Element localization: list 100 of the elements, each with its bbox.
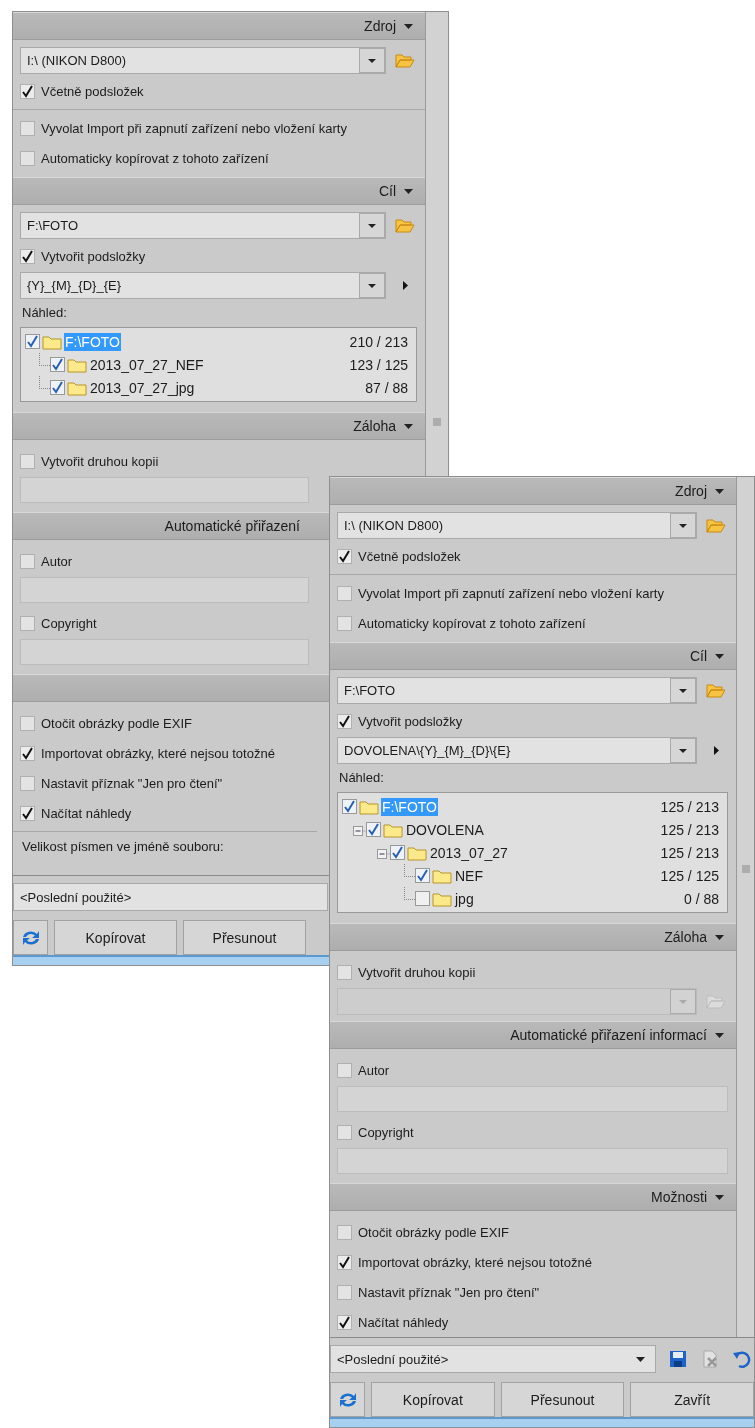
folder-icon[interactable]	[395, 53, 415, 68]
action-button[interactable]: Kopírovat	[371, 1382, 495, 1417]
dropdown[interactable]: DOVOLENA\{Y}_{M}_{D}\{E}	[337, 737, 697, 764]
folder-icon[interactable]	[395, 218, 415, 233]
checkbox[interactable]	[337, 1284, 352, 1300]
dropdown[interactable]: F:\FOTO	[337, 677, 697, 704]
section-header[interactable]: Záloha	[13, 412, 425, 440]
section-header[interactable]: Záloha	[330, 923, 736, 951]
file-count: 125 / 213	[660, 821, 719, 838]
checkbox[interactable]	[50, 357, 65, 372]
tree-item[interactable]: jpg	[454, 889, 475, 908]
preset-dropdown[interactable]: <Poslední použité>	[13, 883, 328, 911]
undo-icon[interactable]	[732, 1349, 752, 1369]
tree-item[interactable]: DOVOLENA	[405, 820, 485, 839]
checkbox[interactable]	[20, 615, 35, 631]
checkbox[interactable]	[20, 83, 35, 99]
folder-icon	[383, 821, 403, 838]
checkbox-label: Copyright	[41, 615, 97, 631]
action-button[interactable]: Zavřít	[630, 1382, 754, 1417]
input-field[interactable]	[337, 1086, 728, 1112]
file-count: 125 / 213	[660, 844, 719, 861]
checkbox-label: Copyright	[358, 1124, 414, 1140]
action-button[interactable]: Přesunout	[183, 920, 306, 955]
tree-item[interactable]: 2013_07_27_jpg	[89, 378, 196, 397]
checkbox[interactable]	[337, 1314, 352, 1330]
input-field[interactable]	[20, 477, 309, 503]
section-header[interactable]: Cíl	[330, 642, 736, 670]
folder-icon[interactable]	[706, 518, 726, 533]
file-count: 210 / 213	[349, 333, 408, 350]
checkbox[interactable]	[415, 868, 430, 883]
dropdown[interactable]: F:\FOTO	[20, 212, 386, 239]
input-field[interactable]	[337, 1148, 728, 1174]
caret-icon	[715, 653, 724, 659]
checkbox[interactable]	[337, 964, 352, 980]
checkbox[interactable]	[337, 1062, 352, 1078]
checkbox-label: Nastavit příznak "Jen pro čtení"	[358, 1284, 540, 1300]
scrollbar[interactable]	[736, 477, 754, 1337]
checkbox[interactable]	[337, 1124, 352, 1140]
checkbox[interactable]	[20, 715, 35, 731]
caret-icon	[670, 678, 696, 703]
dropdown[interactable]: I:\ (NIKON D800)	[20, 47, 386, 74]
section-header[interactable]: Zdroj	[330, 477, 736, 505]
caret-icon	[670, 738, 696, 763]
checkbox[interactable]	[342, 799, 357, 814]
tree-item[interactable]: NEF	[454, 866, 484, 885]
checkbox-label: Vytvořit druhou kopii	[41, 453, 159, 469]
checkbox[interactable]	[20, 553, 35, 569]
file-count: 87 / 88	[365, 379, 408, 396]
refresh-button[interactable]	[330, 1382, 365, 1417]
checkbox[interactable]	[337, 585, 352, 601]
dropdown[interactable]: {Y}_{M}_{D}_{E}	[20, 272, 386, 299]
checkbox[interactable]	[337, 1224, 352, 1240]
checkbox[interactable]	[20, 453, 35, 469]
checkbox-label: Autor	[41, 553, 73, 569]
checkbox[interactable]	[50, 380, 65, 395]
checkbox-label: Vytvořit podsložky	[358, 713, 463, 729]
checkbox[interactable]	[25, 334, 40, 349]
folder-icon[interactable]	[706, 683, 726, 698]
checkbox[interactable]	[390, 845, 405, 860]
checkbox[interactable]	[337, 713, 352, 729]
caret-icon	[715, 1194, 724, 1200]
file-count: 125 / 125	[660, 867, 719, 884]
folder-icon	[407, 844, 427, 861]
folder-icon	[432, 890, 452, 907]
caret-icon	[404, 23, 413, 29]
caret-icon	[670, 989, 696, 1014]
checkbox[interactable]	[20, 120, 35, 136]
field-label: Náhled:	[338, 769, 385, 787]
checkbox[interactable]	[337, 615, 352, 631]
section-header[interactable]: Cíl	[13, 177, 425, 205]
caret-icon	[636, 1356, 645, 1362]
checkbox[interactable]	[20, 745, 35, 761]
section-header[interactable]: Možnosti	[330, 1183, 736, 1211]
checkbox[interactable]	[20, 150, 35, 166]
preset-dropdown[interactable]: <Poslední použité>	[330, 1345, 656, 1373]
folder-icon	[42, 333, 62, 350]
checkbox[interactable]	[20, 805, 35, 821]
dropdown[interactable]: I:\ (NIKON D800)	[337, 512, 697, 539]
section-header[interactable]: Zdroj	[13, 12, 425, 40]
refresh-button[interactable]	[13, 920, 48, 955]
caret-icon	[359, 213, 385, 238]
section-header[interactable]: Automatické přiřazení informací	[330, 1021, 736, 1049]
checkbox[interactable]	[20, 775, 35, 791]
tree-item[interactable]: 2013_07_27_NEF	[89, 355, 205, 374]
input-field[interactable]	[20, 577, 309, 603]
caret-icon	[359, 48, 385, 73]
checkbox-label: Automaticky kopírovat z tohoto zařízení	[41, 150, 269, 166]
folder-icon[interactable]	[706, 994, 726, 1009]
checkbox[interactable]	[366, 822, 381, 837]
input-field[interactable]	[20, 639, 309, 665]
action-button[interactable]: Kopírovat	[54, 920, 177, 955]
checkbox[interactable]	[20, 248, 35, 264]
action-button[interactable]: Přesunout	[500, 1382, 625, 1417]
file-count: 123 / 125	[349, 356, 408, 373]
checkbox[interactable]	[337, 1254, 352, 1270]
checkbox[interactable]	[337, 548, 352, 564]
save-icon[interactable]	[668, 1349, 688, 1369]
checkbox[interactable]	[415, 891, 430, 906]
tree-item[interactable]: 2013_07_27	[429, 843, 509, 862]
delete-icon[interactable]	[700, 1349, 720, 1369]
